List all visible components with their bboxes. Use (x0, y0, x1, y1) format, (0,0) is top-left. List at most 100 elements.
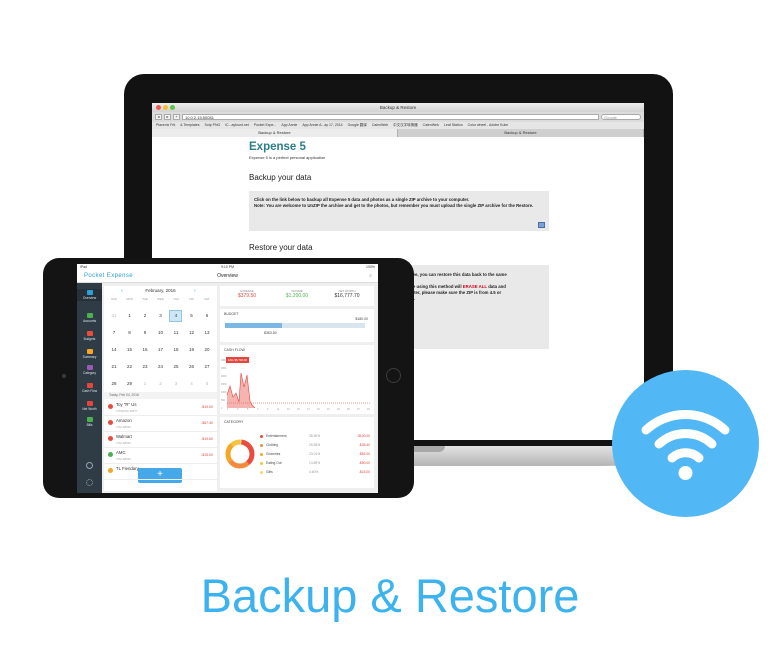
calendar-day[interactable]: 11 (169, 330, 183, 335)
transaction-row[interactable]: TL Fiendary (104, 464, 217, 480)
zoom-window-button[interactable] (170, 105, 175, 110)
share-button[interactable]: + (173, 114, 180, 120)
calendar-day[interactable]: 16 (138, 347, 152, 352)
category-row[interactable]: Clothing 26.56% -$35.40 (260, 442, 370, 449)
calendar-day[interactable]: 28 (107, 381, 121, 386)
sidebar-item-accounts[interactable]: Accounts (77, 313, 102, 323)
search-field[interactable]: Google (601, 114, 641, 120)
home-button[interactable] (386, 368, 401, 383)
transaction-row[interactable]: AMC VISA #8090 -$15.00 (104, 448, 217, 464)
calendar-day[interactable]: 3 (169, 381, 183, 386)
calendar-day[interactable]: 14 (107, 347, 121, 352)
calendar-day[interactable]: 5 (185, 313, 199, 318)
transaction-row[interactable]: Toy "R" Us CITIBANK 8##77 -$19.00 (104, 400, 217, 416)
calendar-day[interactable]: 4 (169, 313, 183, 318)
calendar-day[interactable]: 5 (200, 381, 214, 386)
calendar-day[interactable]: 12 (185, 330, 199, 335)
nav-title: Overview (217, 273, 238, 279)
calendar-day[interactable]: 3 (154, 313, 168, 318)
category-row[interactable]: Eating Out 13.89% -$50.00 (260, 460, 370, 467)
calendar-day[interactable]: 1 (123, 313, 137, 318)
y-axis-tick: 2500 (221, 367, 227, 370)
x-axis-tick: 29 (367, 408, 370, 411)
bookmark-item[interactable]: Pocket Expe... (254, 122, 277, 129)
bookmark-item[interactable]: & Templates (180, 122, 199, 129)
calendar-day[interactable]: 2 (138, 313, 152, 318)
calendar-day[interactable]: 27 (200, 364, 214, 369)
cashflow-card[interactable]: CASH FLOW FAIL $5,702.00 3000 2500 2000 150… (220, 345, 374, 414)
sidebar-item-overview[interactable]: Overview (77, 289, 102, 301)
sync-icon[interactable] (86, 462, 93, 469)
transaction-row[interactable]: Walmart VISA #8090 -$19.60 (104, 432, 217, 448)
calendar-day[interactable]: 31 (107, 313, 121, 318)
settings-icon[interactable] (86, 479, 93, 486)
bookmark-item[interactable]: App Annie (281, 122, 297, 129)
budget-card[interactable]: BUDGET $180.00 $363.50 (220, 309, 374, 342)
next-month-button[interactable]: › (194, 288, 196, 294)
transaction-row[interactable]: Amazon VISA #8090 -$67.40 (104, 416, 217, 432)
bookmark-item[interactable]: Google 翻译 (348, 122, 367, 129)
minimize-window-button[interactable] (163, 105, 168, 110)
calendar-day[interactable]: 26 (185, 364, 199, 369)
search-icon[interactable]: ⌕ (369, 273, 372, 279)
x-axis-tick: 27 (357, 408, 360, 411)
calendar-day[interactable]: 13 (200, 330, 214, 335)
bookmark-item[interactable]: CalenWeb (372, 122, 388, 129)
calendar-day[interactable]: 29 (123, 381, 137, 386)
calendar-day[interactable]: 4 (185, 381, 199, 386)
category-card[interactable]: CATEGORY Entertainment 38.50% -$100.00 Clot… (220, 417, 374, 488)
calendar-day[interactable]: 25 (169, 364, 183, 369)
backup-panel: Click on the link below to backup all Ex… (249, 191, 549, 231)
bookmark-item[interactable]: CalenWeb (423, 122, 439, 129)
calendar-day[interactable]: 19 (185, 347, 199, 352)
x-axis-tick: 9 (267, 408, 269, 411)
weekday-label: FRI (189, 297, 194, 301)
category-dot (260, 462, 263, 465)
category-icon (108, 404, 113, 409)
calendar-day[interactable]: 17 (154, 347, 168, 352)
calendar-day[interactable]: 20 (200, 347, 214, 352)
erase-all-warning: ERASE ALL (462, 284, 487, 289)
category-percent: 23.01% (309, 452, 321, 456)
category-row[interactable]: Groceries 23.01% -$82.00 (260, 451, 370, 458)
category-row[interactable]: Gifts 4.60% -$16.00 (260, 469, 370, 476)
calendar-day[interactable]: 1 (138, 381, 152, 386)
calendar-day[interactable]: 6 (200, 313, 214, 318)
bookmark-item[interactable]: Sotp PNG (204, 122, 220, 129)
calendar-day[interactable]: 9 (138, 330, 152, 335)
calendar-day[interactable]: 18 (169, 347, 183, 352)
back-button[interactable]: ◂ (155, 114, 162, 120)
bookmark-item[interactable]: App Annie A...ay 17, 2014 (302, 122, 342, 129)
x-axis-tick: 19 (317, 408, 320, 411)
browser-titlebar: Backup & Restore (152, 103, 644, 112)
calendar-day[interactable]: 8 (123, 330, 137, 335)
sidebar-item-cash-flow[interactable]: Cash Flow (77, 383, 102, 393)
download-archive-icon[interactable] (538, 222, 545, 228)
calendar-day[interactable]: 24 (154, 364, 168, 369)
bookmark-item[interactable]: Color wheel - Adobe Kuler (468, 122, 509, 129)
calendar-day[interactable]: 23 (138, 364, 152, 369)
close-window-button[interactable] (156, 105, 161, 110)
bookmark-item[interactable]: Leaf Station (444, 122, 463, 129)
address-bar[interactable]: 10.0.2.15:50081 (182, 114, 599, 120)
category-row[interactable]: Entertainment 38.50% -$100.00 (260, 433, 370, 440)
sidebar-item-category[interactable]: Category (77, 365, 102, 375)
bookmark-item[interactable]: iC...ayfount.net (225, 122, 249, 129)
calendar-day[interactable]: 21 (107, 364, 121, 369)
category-percent: 13.89% (309, 461, 321, 465)
tab-backup-restore-2[interactable]: Backup & Restore (398, 129, 644, 137)
bookmark-item[interactable]: Placenix Frit (156, 122, 175, 129)
sidebar-item-bills[interactable]: Bills (77, 417, 102, 427)
calendar-day[interactable]: 7 (107, 330, 121, 335)
calendar-day[interactable]: 22 (123, 364, 137, 369)
category-icon (108, 436, 113, 441)
sidebar-item-net-worth[interactable]: Net Worth (77, 401, 102, 411)
calendar-day[interactable]: 15 (123, 347, 137, 352)
forward-button[interactable]: ▸ (164, 114, 171, 120)
bookmark-item[interactable]: 中文汉字转换器 (393, 122, 418, 129)
sidebar-item-budgets[interactable]: Budgets (77, 331, 102, 341)
tab-backup-restore-1[interactable]: Backup & Restore (152, 129, 398, 137)
calendar-day[interactable]: 2 (154, 381, 168, 386)
calendar-day[interactable]: 10 (154, 330, 168, 335)
sidebar-item-summary[interactable]: Summary (77, 349, 102, 359)
